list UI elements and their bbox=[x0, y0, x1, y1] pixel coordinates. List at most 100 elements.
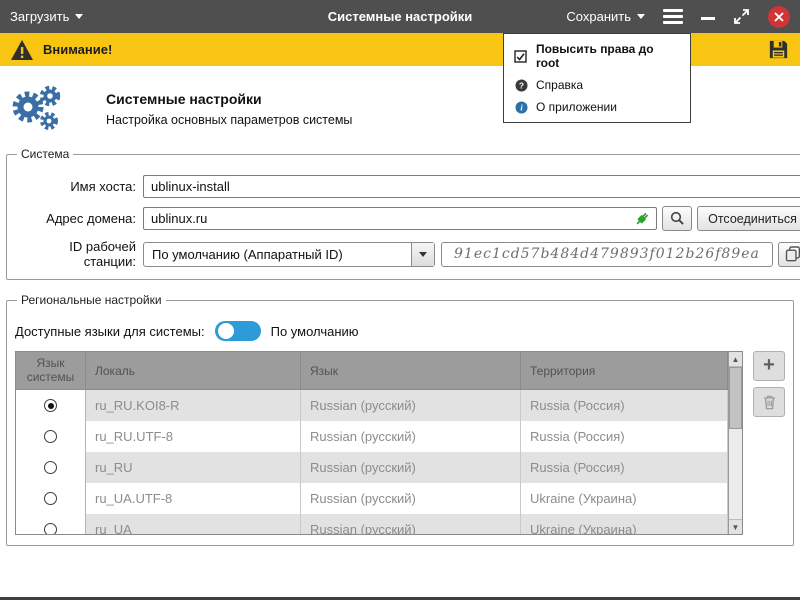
magnifier-icon bbox=[670, 211, 685, 226]
radio-indicator bbox=[44, 523, 57, 534]
combo-dropdown-button[interactable] bbox=[411, 243, 434, 266]
scrollbar-track[interactable] bbox=[729, 367, 742, 519]
save-menu-button[interactable]: Сохранить bbox=[566, 9, 645, 24]
system-language-radio[interactable] bbox=[16, 390, 86, 421]
maximize-button[interactable] bbox=[733, 8, 750, 25]
save-menu-label: Сохранить bbox=[566, 9, 631, 24]
chevron-down-icon bbox=[637, 14, 645, 19]
languages-toggle-label: Доступные языки для системы: bbox=[15, 324, 205, 339]
station-id-select[interactable]: По умолчанию (Аппаратный ID) bbox=[143, 242, 435, 267]
column-header-system-language: Язык системы bbox=[16, 352, 86, 389]
station-id-selected-option: По умолчанию (Аппаратный ID) bbox=[144, 243, 411, 266]
gears-icon bbox=[10, 84, 62, 134]
trash-icon bbox=[762, 394, 777, 410]
vertical-scrollbar[interactable]: ▲ ▼ bbox=[728, 352, 742, 534]
hostname-label: Имя хоста: bbox=[15, 179, 143, 194]
close-button[interactable] bbox=[768, 6, 790, 28]
toggle-knob bbox=[218, 323, 234, 339]
page-title: Системные настройки bbox=[106, 91, 352, 107]
warning-triangle-icon bbox=[10, 39, 34, 61]
language-cell[interactable]: Russian (русский) bbox=[301, 452, 521, 483]
table-row[interactable]: ru_UA.UTF-8Russian (русский)Ukraine (Укр… bbox=[16, 483, 728, 514]
hamburger-menu-icon[interactable] bbox=[663, 9, 683, 24]
station-id-value: 91ec1cd57b484d479893f012b26f89ea bbox=[441, 242, 773, 267]
chevron-down-icon bbox=[75, 14, 83, 19]
load-menu-button[interactable]: Загрузить bbox=[10, 9, 83, 24]
languages-toggle-state: По умолчанию bbox=[271, 324, 359, 339]
locale-table: Язык системы Локаль Язык Территория ru_R… bbox=[15, 351, 743, 535]
load-menu-label: Загрузить bbox=[10, 9, 69, 24]
locale-table-body: ru_RU.KOI8-RRussian (русский)Russia (Рос… bbox=[16, 390, 728, 534]
territory-cell[interactable]: Ukraine (Украина) bbox=[521, 514, 728, 534]
locale-cell[interactable]: ru_UA.UTF-8 bbox=[86, 483, 301, 514]
hostname-input[interactable] bbox=[143, 175, 800, 198]
titlebar: Системные настройки Загрузить Сохранить bbox=[0, 0, 800, 33]
station-id-label: ID рабочей станции: bbox=[15, 239, 143, 269]
locale-cell[interactable]: ru_RU.KOI8-R bbox=[86, 390, 301, 421]
table-row[interactable]: ru_RURussian (русский)Russia (Россия) bbox=[16, 452, 728, 483]
territory-cell[interactable]: Ukraine (Украина) bbox=[521, 483, 728, 514]
language-cell[interactable]: Russian (русский) bbox=[301, 514, 521, 534]
domain-search-button[interactable] bbox=[662, 206, 692, 231]
language-cell[interactable]: Russian (русский) bbox=[301, 421, 521, 452]
domain-label: Адрес домена: bbox=[15, 211, 143, 226]
save-to-disk-button[interactable] bbox=[767, 38, 790, 61]
add-locale-button[interactable]: + bbox=[753, 351, 785, 381]
territory-cell[interactable]: Russia (Россия) bbox=[521, 452, 728, 483]
column-header-locale: Локаль bbox=[86, 352, 301, 389]
domain-input[interactable] bbox=[143, 207, 657, 230]
locale-cell[interactable]: ru_RU.UTF-8 bbox=[86, 421, 301, 452]
radio-indicator bbox=[44, 461, 57, 474]
column-header-territory: Территория bbox=[521, 352, 728, 389]
scrollbar-thumb[interactable] bbox=[729, 367, 742, 429]
table-row[interactable]: ru_RU.KOI8-RRussian (русский)Russia (Рос… bbox=[16, 390, 728, 421]
territory-cell[interactable]: Russia (Россия) bbox=[521, 421, 728, 452]
system-group: Система Имя хоста: Адрес домена: bbox=[6, 147, 800, 280]
menu-item-help[interactable]: ? Справка bbox=[504, 74, 690, 96]
expand-icon bbox=[733, 8, 750, 25]
menu-item-label: Справка bbox=[536, 78, 583, 92]
warning-label: Внимание! bbox=[43, 42, 112, 57]
minimize-button[interactable] bbox=[701, 17, 715, 20]
plug-connected-icon bbox=[634, 210, 651, 230]
language-cell[interactable]: Russian (русский) bbox=[301, 483, 521, 514]
language-cell[interactable]: Russian (русский) bbox=[301, 390, 521, 421]
radio-indicator bbox=[44, 492, 57, 505]
locale-table-header: Язык системы Локаль Язык Территория bbox=[16, 352, 728, 390]
locale-cell[interactable]: ru_RU bbox=[86, 452, 301, 483]
system-language-radio[interactable] bbox=[16, 514, 86, 534]
system-language-radio[interactable] bbox=[16, 483, 86, 514]
system-group-legend: Система bbox=[17, 147, 73, 161]
column-header-language: Язык bbox=[301, 352, 521, 389]
app-dropdown-menu: Повысить права до root ? Справка i О при… bbox=[503, 33, 691, 123]
info-icon: i bbox=[514, 101, 528, 114]
regional-group: Региональные настройки Доступные языки д… bbox=[6, 293, 794, 546]
checkbox-checked-icon bbox=[514, 50, 528, 63]
menu-item-elevate-root[interactable]: Повысить права до root bbox=[504, 38, 690, 74]
plus-icon: + bbox=[763, 355, 775, 375]
copy-id-button[interactable] bbox=[778, 242, 800, 267]
floppy-disk-icon bbox=[767, 38, 790, 61]
page-subtitle: Настройка основных параметров системы bbox=[106, 113, 352, 127]
table-row[interactable]: ru_UARussian (русский)Ukraine (Украина) bbox=[16, 514, 728, 534]
menu-item-label: Повысить права до root bbox=[536, 42, 680, 70]
system-language-radio[interactable] bbox=[16, 421, 86, 452]
close-icon bbox=[774, 12, 784, 22]
menu-item-label: О приложении bbox=[536, 100, 617, 114]
radio-indicator bbox=[44, 430, 57, 443]
territory-cell[interactable]: Russia (Россия) bbox=[521, 390, 728, 421]
scroll-down-button[interactable]: ▼ bbox=[729, 519, 742, 534]
scroll-up-button[interactable]: ▲ bbox=[729, 352, 742, 367]
disconnect-button[interactable]: Отсоединиться bbox=[697, 206, 800, 231]
system-language-radio[interactable] bbox=[16, 452, 86, 483]
radio-indicator bbox=[44, 399, 57, 412]
help-icon: ? bbox=[514, 79, 528, 92]
locale-cell[interactable]: ru_UA bbox=[86, 514, 301, 534]
regional-group-legend: Региональные настройки bbox=[17, 293, 166, 307]
svg-text:?: ? bbox=[518, 80, 523, 90]
menu-item-about[interactable]: i О приложении bbox=[504, 96, 690, 118]
chevron-down-icon bbox=[419, 252, 427, 257]
languages-toggle[interactable] bbox=[215, 321, 261, 341]
delete-locale-button[interactable] bbox=[753, 387, 785, 417]
table-row[interactable]: ru_RU.UTF-8Russian (русский)Russia (Росс… bbox=[16, 421, 728, 452]
